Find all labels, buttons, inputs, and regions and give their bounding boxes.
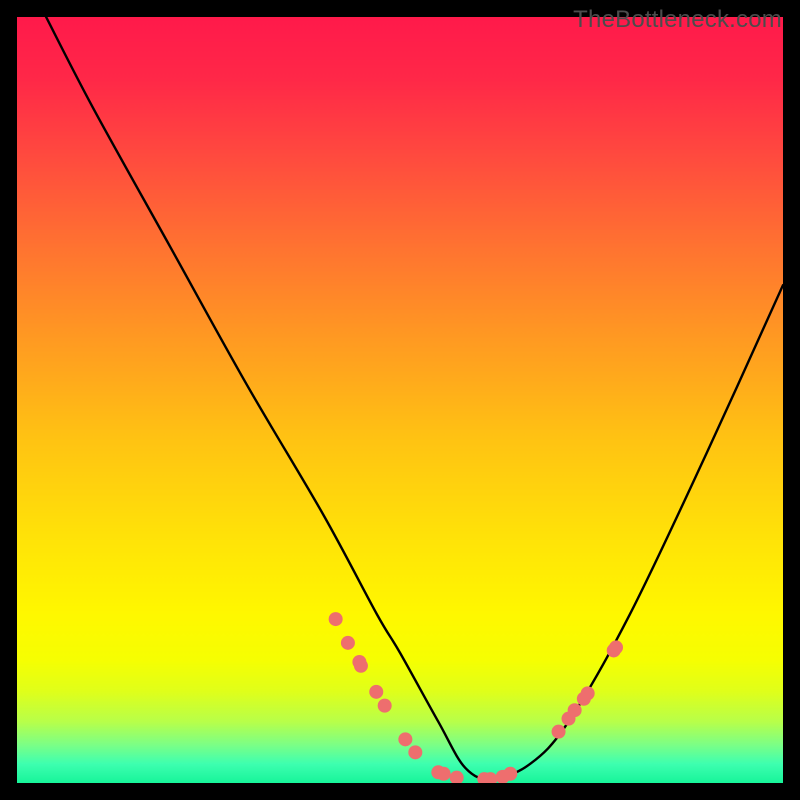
background-gradient xyxy=(17,17,783,783)
chart-frame xyxy=(17,17,783,783)
